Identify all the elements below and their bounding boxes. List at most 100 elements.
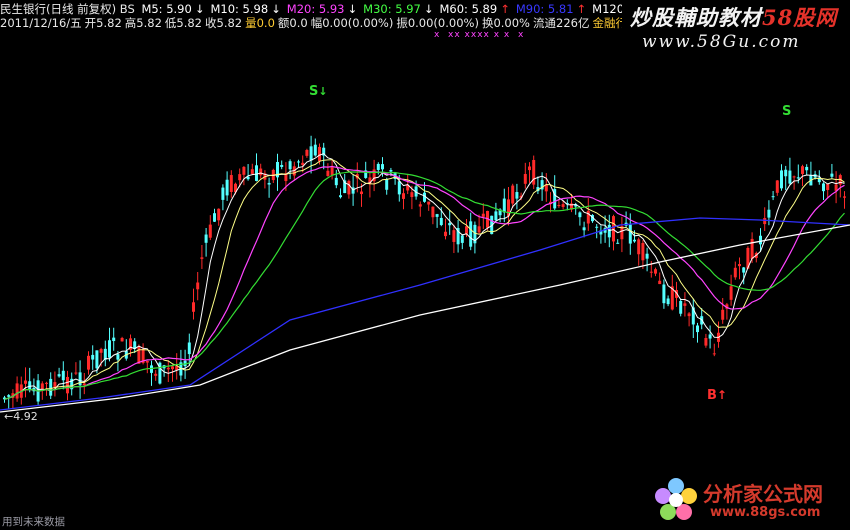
candle-body [339, 195, 342, 198]
candle-body [137, 346, 141, 364]
quote-high: 高5.82 [124, 16, 162, 30]
candle-body [494, 211, 498, 221]
candle-body [444, 231, 447, 237]
candle-body [469, 221, 473, 247]
watermark-58gu: 炒股輔助教材58股网 www.58Gu.com [622, 0, 850, 58]
cross-marks: x xx xxxx x x x [434, 30, 525, 40]
candle-body [561, 204, 565, 207]
candle-body [166, 367, 170, 370]
watermark-88gs: 分析家公式网 www.88gs.com [648, 470, 850, 530]
trend-arrow-icon: ↓ [194, 2, 205, 16]
candle-body [649, 271, 653, 273]
buy-signal: B↑ [707, 388, 727, 403]
candle-body [822, 183, 825, 192]
candle-body [733, 267, 737, 278]
candle-body [448, 223, 452, 226]
quote-open: 开5.82 [84, 16, 122, 30]
candle-body [439, 217, 443, 226]
candle-body [40, 383, 44, 390]
candle-body [57, 374, 61, 377]
candle-body [595, 226, 599, 228]
candle-body [15, 383, 19, 399]
candle-body [112, 337, 116, 342]
candle-body [229, 175, 233, 192]
candle-body [397, 181, 401, 195]
candle-body [208, 224, 212, 238]
candle-body [108, 340, 111, 358]
quote-date: 2011/12/16/五 [0, 16, 82, 30]
quote-low: 低5.82 [164, 16, 202, 30]
candle-body [683, 303, 687, 306]
trend-arrow-icon: ↓ [347, 2, 358, 16]
candle-body [66, 376, 69, 394]
candle-body [687, 313, 691, 317]
candle-body [192, 302, 195, 312]
trend-arrow-icon: ↑ [576, 2, 587, 16]
candle-body [95, 350, 99, 369]
ma-value-2: M20: 5.93 [286, 2, 345, 16]
quote-volume: 量0.0 [245, 16, 275, 30]
candle-body [99, 349, 103, 353]
quote-close: 收5.82 [205, 16, 243, 30]
candle-body [305, 149, 309, 156]
candle-body [465, 226, 468, 234]
candle-body [796, 177, 800, 179]
candle-body [145, 360, 149, 363]
candle-body [313, 144, 317, 156]
candle-body [280, 164, 284, 167]
candlestick-chart[interactable] [0, 0, 850, 530]
ma-value-4: M60: 5.89 [439, 2, 498, 16]
candle-body [217, 208, 221, 221]
indicator-header: 民生银行(日线 前复权) BS M5: 5.90 ↓ M10: 5.98 ↓ M20: … [0, 2, 679, 16]
candle-body [28, 381, 32, 390]
candle-body [792, 176, 796, 178]
candle-body [729, 286, 733, 300]
quote-float: 流通226亿 [533, 16, 590, 30]
candle-body [187, 342, 191, 355]
footer-note: 用到未来数据 [2, 516, 65, 528]
candle-body [830, 173, 834, 177]
candle-body [435, 214, 439, 217]
sell-signal-2: S [782, 104, 792, 119]
quote-info-row: 2011/12/16/五 开5.82 高5.82 低5.82 收5.82 量0.0 额0.0… [0, 16, 641, 30]
flower-logo-icon [655, 478, 697, 520]
candle-body [759, 235, 762, 245]
candle-body [381, 164, 384, 170]
candle-body [641, 242, 645, 261]
candle-body [61, 370, 65, 381]
candle-body [750, 238, 754, 259]
candle-body [637, 239, 641, 255]
candle-body [712, 353, 716, 355]
stock-name: 民生银行(日线 前复权) BS [0, 2, 135, 16]
up-arrow-icon: ↑ [716, 388, 727, 402]
candle-body [780, 170, 783, 189]
candle-body [154, 373, 158, 376]
candle-body [171, 366, 174, 370]
candle-body [242, 166, 246, 175]
quote-turnover: 换0.00% [481, 16, 530, 30]
trend-arrow-icon: ↓ [271, 2, 281, 16]
candle-body [679, 300, 683, 314]
candle-body [238, 174, 242, 181]
left-arrow-icon: ← [4, 410, 14, 423]
candle-body [738, 264, 741, 267]
candle-body [24, 380, 27, 384]
candle-body [586, 210, 590, 224]
candle-body [477, 226, 481, 233]
candle-body [721, 309, 725, 320]
candle-body [528, 166, 531, 171]
candle-body [607, 224, 611, 238]
candle-body [843, 196, 846, 198]
candle-body [360, 191, 363, 195]
candle-body [74, 372, 78, 374]
candle-body [460, 235, 464, 243]
candle-body [330, 167, 334, 176]
candle-body [204, 234, 208, 243]
ma-value-5: M90: 5.81 [515, 2, 574, 16]
candle-body [221, 187, 225, 200]
candle-body [45, 382, 48, 384]
candle-body [582, 227, 586, 231]
candle-body [612, 216, 615, 242]
candle-body [7, 395, 11, 397]
quote-amount: 额0.0 [277, 16, 308, 30]
